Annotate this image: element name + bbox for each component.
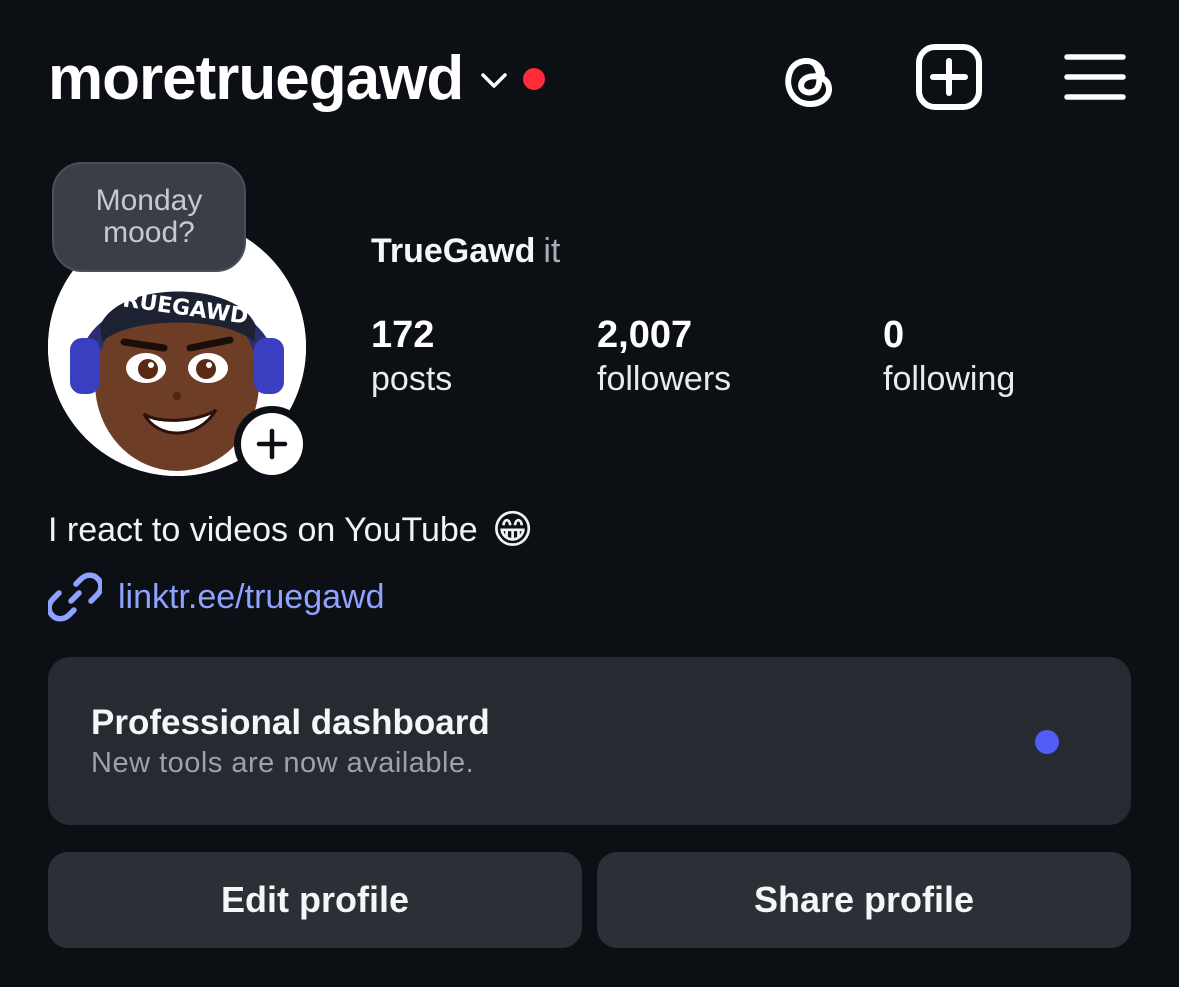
posts-count: 172 [371,314,435,356]
professional-dashboard-card[interactable]: Professional dashboard New tools are now… [48,657,1131,825]
followers-label: followers [597,360,732,398]
link-text[interactable]: linktr.ee/truegawd [118,578,385,617]
add-story-button[interactable] [234,406,310,482]
bio-text: I react to videos on YouTube [48,510,478,549]
following-stat[interactable]: 0 following [883,314,1015,402]
grinning-emoji: 😁 [491,508,534,552]
display-name: TrueGawd it [371,232,560,271]
note-text: Monday mood? [95,184,203,249]
menu-icon[interactable] [1060,42,1130,112]
dashboard-title: Professional dashboard [91,703,490,742]
new-indicator-dot [1035,730,1059,754]
following-count: 0 [883,314,905,356]
note-bubble[interactable]: Monday mood? [52,162,246,272]
followers-stat[interactable]: 2,007 followers [597,314,731,402]
top-bar: moretruegawd [0,0,1179,150]
chevron-down-icon[interactable] [479,70,509,92]
followers-count: 2,007 [597,314,693,356]
full-name: TrueGawd [371,232,536,270]
threads-icon[interactable] [772,42,842,112]
pronouns: it [543,232,561,270]
profile-link[interactable]: linktr.ee/truegawd [48,570,385,624]
account-switcher[interactable]: moretruegawd [48,38,546,118]
posts-stat[interactable]: 172 posts [371,314,452,402]
bio: I react to videos on YouTube 😁 [48,510,533,550]
share-profile-button[interactable]: Share profile [597,852,1131,948]
profile-page: moretruegawd TRUEGAWD Monday mood? TrueG… [0,0,1179,987]
dashboard-subtitle: New tools are now available. [91,747,475,779]
link-icon [48,572,102,622]
plus-icon [241,413,303,475]
posts-label: posts [371,360,453,398]
new-post-icon[interactable] [914,42,984,112]
following-label: following [883,360,1016,398]
edit-profile-button[interactable]: Edit profile [48,852,582,948]
notification-dot [523,68,546,90]
username[interactable]: moretruegawd [48,43,464,114]
